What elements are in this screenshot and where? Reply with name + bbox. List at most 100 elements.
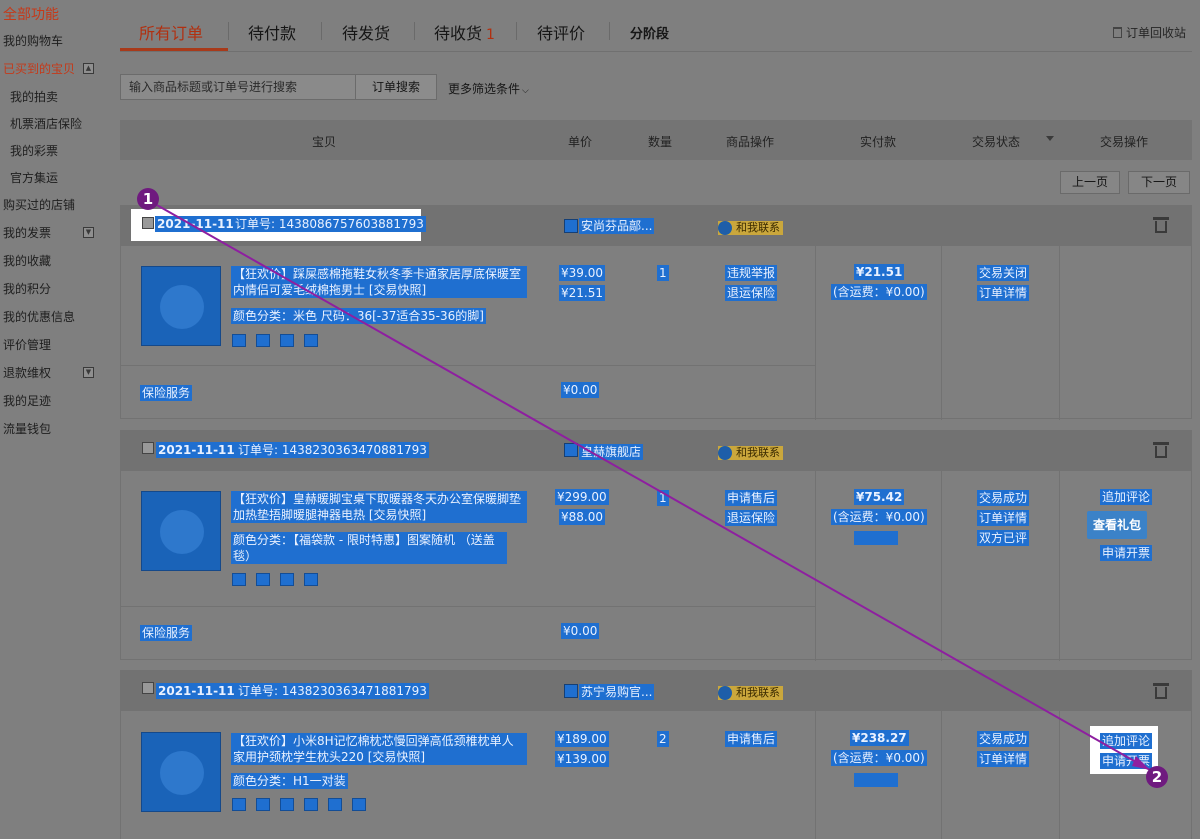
sidebar-item[interactable]: 购买过的店铺 bbox=[0, 192, 112, 220]
delete-order-trash-icon[interactable] bbox=[1153, 683, 1169, 699]
sidebar-item[interactable]: 我的优惠信息 bbox=[0, 304, 112, 332]
unit-price: ¥88.00 bbox=[559, 509, 605, 525]
original-price: ¥299.00 bbox=[555, 489, 609, 505]
trade-status: 交易关闭 bbox=[977, 265, 1030, 281]
shop-icon bbox=[564, 219, 578, 233]
shop-name-link[interactable]: 安尚芬品鄗... bbox=[579, 218, 655, 234]
delete-order-trash-icon[interactable] bbox=[1153, 442, 1169, 458]
order-checkbox[interactable] bbox=[142, 442, 154, 454]
product-thumbnail[interactable] bbox=[141, 491, 221, 571]
order-checkbox[interactable] bbox=[142, 217, 154, 229]
sidebar-item-label: 我的足迹 bbox=[3, 394, 52, 408]
order-detail-link[interactable]: 订单详情 bbox=[977, 510, 1030, 526]
sidebar-item[interactable]: 已买到的宝贝 ▲ bbox=[0, 56, 112, 84]
expand-icon[interactable]: ▼ bbox=[83, 227, 94, 238]
status-filter-arrow-icon[interactable] bbox=[1046, 136, 1054, 141]
chat-icon bbox=[718, 686, 732, 700]
insurance-price: ¥0.00 bbox=[561, 623, 600, 639]
sidebar-item[interactable]: 我的足迹 bbox=[0, 388, 112, 416]
service-badge-icon[interactable] bbox=[256, 334, 270, 347]
product-title-link[interactable]: 【狂欢价】皇赫暖脚宝桌下取暖器冬天办公室保暖脚垫加热垫捂脚暖腿神器电热 [交易快… bbox=[231, 491, 527, 523]
product-sku: 颜色分类：米色 尺码：36[-37适合35-36的脚] bbox=[231, 308, 486, 324]
sidebar-item-label: 我的拍卖 bbox=[10, 90, 59, 104]
service-badge-icon[interactable] bbox=[328, 798, 342, 811]
search-input[interactable]: 输入商品标题或订单号进行搜索 bbox=[120, 74, 356, 100]
after-sales-link[interactable]: 申请售后 bbox=[725, 490, 778, 506]
insurance-price: ¥0.00 bbox=[561, 382, 600, 398]
sidebar-item[interactable]: 评价管理 bbox=[0, 332, 112, 360]
order-checkbox[interactable] bbox=[142, 682, 154, 694]
tab-all-orders[interactable]: 所有订单 bbox=[139, 20, 203, 44]
contact-seller-button[interactable]: 和我联系 bbox=[718, 686, 783, 700]
sidebar-item[interactable]: 退款维权 ▼ bbox=[0, 360, 112, 388]
expand-icon[interactable]: ▼ bbox=[83, 367, 94, 378]
column-divider bbox=[941, 711, 942, 839]
order-detail-link[interactable]: 订单详情 bbox=[977, 285, 1030, 301]
review-status: 双方已评 bbox=[977, 530, 1030, 546]
tab-separator bbox=[228, 22, 229, 40]
sidebar-item[interactable]: 我的收藏 bbox=[0, 248, 112, 276]
col-header-status[interactable]: 交易状态 bbox=[972, 133, 1020, 150]
tab-pending-payment[interactable]: 待付款 bbox=[248, 20, 296, 44]
service-badge-icon[interactable] bbox=[280, 798, 294, 811]
product-thumbnail[interactable] bbox=[141, 732, 221, 812]
sidebar-item[interactable]: 我的拍卖 bbox=[0, 84, 112, 111]
quantity: 2 bbox=[657, 731, 669, 747]
prev-page-button[interactable]: 上一页 bbox=[1060, 171, 1120, 194]
recycle-bin-link[interactable]: 订单回收站 bbox=[1113, 24, 1186, 41]
order-detail-link[interactable]: 订单详情 bbox=[977, 751, 1030, 767]
service-badge-icon[interactable] bbox=[280, 334, 294, 347]
more-filters-toggle[interactable]: 更多筛选条件 ⌵ bbox=[448, 80, 529, 97]
service-badge-icon[interactable] bbox=[256, 573, 270, 586]
tab-pending-review[interactable]: 待评价 bbox=[537, 20, 585, 44]
shop-name-link[interactable]: 苏宁易购官... bbox=[579, 684, 655, 700]
sidebar-item[interactable]: 流量钱包 bbox=[0, 416, 112, 444]
return-insurance-link[interactable]: 退运保险 bbox=[725, 510, 778, 526]
service-badge-icon[interactable] bbox=[232, 573, 246, 586]
service-badge-icon[interactable] bbox=[304, 798, 318, 811]
contact-seller-button[interactable]: 和我联系 bbox=[718, 446, 783, 460]
sidebar-item[interactable]: 机票酒店保险 bbox=[0, 111, 112, 138]
order-search-button[interactable]: 订单搜索 bbox=[355, 74, 437, 100]
paid-amount: ¥75.42 bbox=[854, 489, 905, 505]
request-invoice-link[interactable]: 申请开票 bbox=[1100, 753, 1153, 769]
sidebar-item[interactable]: 我的购物车 bbox=[0, 28, 112, 56]
sidebar-item[interactable]: 我的发票 ▼ bbox=[0, 220, 112, 248]
service-badge-icon[interactable] bbox=[352, 798, 366, 811]
service-badge-icon[interactable] bbox=[256, 798, 270, 811]
delete-order-trash-icon[interactable] bbox=[1153, 217, 1169, 233]
sidebar-item-label: 我的优惠信息 bbox=[3, 310, 76, 324]
service-badge-icon[interactable] bbox=[280, 573, 294, 586]
product-title-link[interactable]: 【狂欢价】小米8H记忆棉枕芯慢回弹高低颈椎枕单人家用护颈枕学生枕头220 [交易… bbox=[231, 733, 527, 765]
add-review-link[interactable]: 追加评论 bbox=[1100, 489, 1153, 505]
sidebar-item[interactable]: 官方集运 bbox=[0, 165, 112, 192]
tab-separator bbox=[414, 22, 415, 40]
collapse-icon[interactable]: ▲ bbox=[83, 63, 94, 74]
return-insurance-link[interactable]: 退运保险 bbox=[725, 285, 778, 301]
tab-stage[interactable]: 分阶段 bbox=[630, 23, 669, 42]
request-invoice-link[interactable]: 申请开票 bbox=[1100, 545, 1153, 561]
product-title-link[interactable]: 【狂欢价】踩屎感棉拖鞋女秋冬季卡通家居厚底保暖室内情侣可爱毛绒棉拖男士 [交易快… bbox=[231, 266, 527, 298]
more-filters-label: 更多筛选条件 bbox=[448, 82, 521, 96]
tab-pending-receipt[interactable]: 待收货 1 bbox=[434, 20, 495, 44]
after-sales-link[interactable]: 申请售后 bbox=[725, 731, 778, 747]
next-page-button[interactable]: 下一页 bbox=[1128, 171, 1190, 194]
sidebar-item[interactable]: 我的积分 bbox=[0, 276, 112, 304]
service-badge-icon[interactable] bbox=[232, 798, 246, 811]
service-badge-icon[interactable] bbox=[232, 334, 246, 347]
tab-pending-shipment[interactable]: 待发货 bbox=[342, 20, 390, 44]
product-thumbnail[interactable] bbox=[141, 266, 221, 346]
view-gift-button[interactable]: 查看礼包 bbox=[1087, 511, 1147, 539]
sidebar-item-label: 流量钱包 bbox=[3, 422, 52, 436]
contact-seller-button[interactable]: 和我联系 bbox=[718, 221, 783, 235]
col-header-qty: 数量 bbox=[648, 135, 673, 149]
shop-name-link[interactable]: 皇赫旗舰店 bbox=[579, 444, 644, 460]
add-review-link[interactable]: 追加评论 bbox=[1100, 733, 1153, 749]
trash-icon bbox=[1113, 27, 1122, 38]
sidebar-item[interactable]: 我的彩票 bbox=[0, 138, 112, 165]
service-badge-icon[interactable] bbox=[304, 573, 318, 586]
report-violation-link[interactable]: 违规举报 bbox=[725, 265, 778, 281]
shipping-fee: (含运费：¥0.00) bbox=[831, 509, 927, 525]
contact-label: 和我联系 bbox=[736, 221, 780, 234]
service-badge-icon[interactable] bbox=[304, 334, 318, 347]
